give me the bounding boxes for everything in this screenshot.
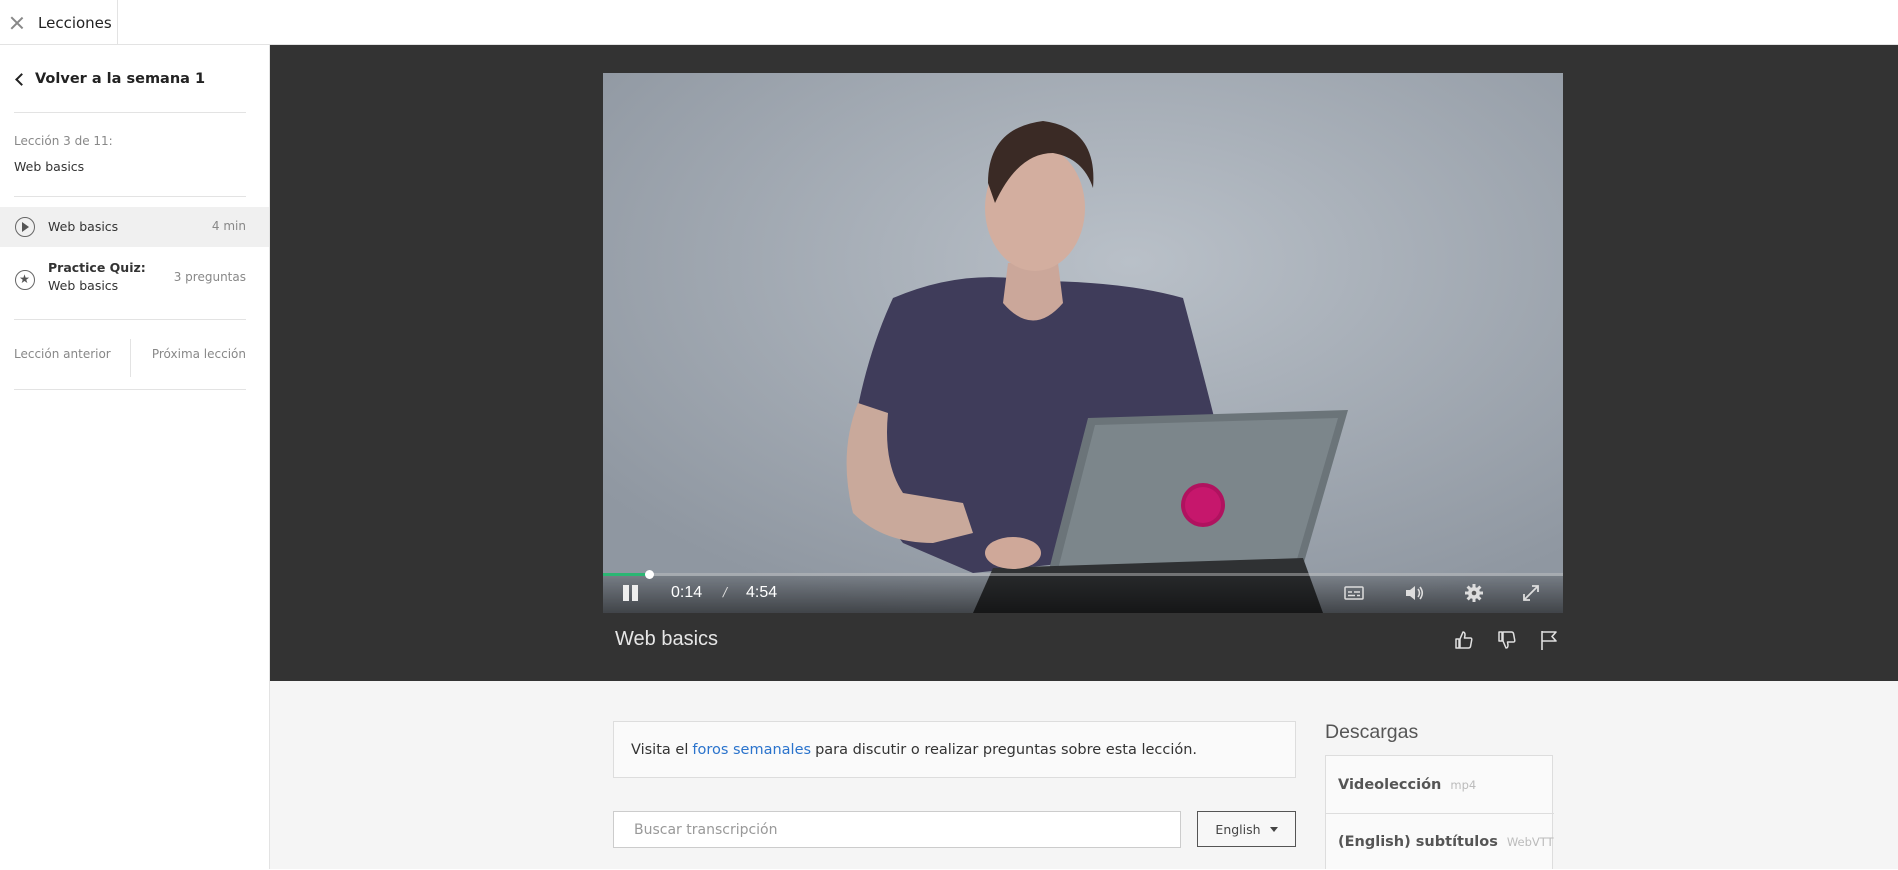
lesson-count: Lección 3 de 11: (14, 134, 113, 148)
progress-handle[interactable] (645, 570, 655, 579)
download-label: Videolección (1338, 776, 1442, 793)
chevron-left-icon (15, 72, 28, 86)
chevron-down-icon (1269, 826, 1278, 832)
fullscreen-icon[interactable] (1520, 582, 1542, 604)
top-bar: Lecciones (0, 0, 1898, 45)
transcript-search-input[interactable] (613, 811, 1181, 848)
download-subtitles-link[interactable]: (English) subtítulos WebVTT (1326, 813, 1554, 870)
forum-notice: Visita el foros semanales para discutir … (613, 721, 1296, 778)
previous-lesson-link[interactable]: Lección anterior (14, 347, 111, 361)
divider (14, 112, 246, 113)
thumbs-down-icon[interactable] (1495, 628, 1519, 652)
language-select-value: English (1215, 821, 1261, 837)
sidebar-item-video[interactable]: Web basics 4 min (0, 207, 269, 247)
divider (14, 389, 246, 390)
video-frame (603, 73, 1563, 613)
thumbs-up-icon[interactable] (1452, 628, 1476, 652)
video-title: Web basics (615, 628, 719, 650)
forum-suffix: para discutir o realizar preguntas sobre… (815, 741, 1198, 758)
lessons-tab-label: Lecciones (38, 13, 112, 32)
back-to-week-link[interactable]: Volver a la semana 1 (14, 71, 205, 87)
next-lesson-link[interactable]: Próxima lección (152, 347, 246, 361)
quiz-title: Practice Quiz: (48, 260, 146, 275)
settings-gear-icon[interactable] (1463, 582, 1485, 604)
download-label: (English) subtítulos (1338, 834, 1498, 850)
language-select[interactable]: English (1197, 811, 1296, 847)
downloads-list: Videolección mp4 (English) subtítulos We… (1325, 755, 1554, 870)
pause-icon[interactable] (623, 585, 639, 601)
star-circle-icon: ★ (15, 270, 35, 290)
video-player[interactable]: 0:14 / 4:54 (603, 73, 1563, 613)
sidebar-item-label: Web basics (48, 219, 119, 234)
sidebar-item-quiz[interactable]: ★ Practice Quiz: Web basics 3 preguntas (0, 255, 269, 305)
duration: 4:54 (746, 584, 778, 601)
close-icon[interactable] (10, 16, 24, 30)
divider (14, 319, 246, 320)
sidebar: Volver a la semana 1 Lección 3 de 11: We… (0, 45, 270, 869)
current-time: 0:14 (671, 584, 703, 601)
player-controls: 0:14 / 4:54 (603, 570, 1563, 613)
download-format: mp4 (1450, 777, 1477, 792)
subtitles-icon[interactable] (1343, 582, 1365, 604)
play-circle-icon (15, 217, 35, 237)
lesson-nav: Lección anterior Próxima lección (0, 339, 269, 377)
lesson-name: Web basics (14, 159, 85, 174)
volume-icon[interactable] (1403, 582, 1425, 604)
back-to-week-label: Volver a la semana 1 (35, 71, 206, 87)
player-area: 0:14 / 4:54 Web basics (270, 45, 1898, 681)
flag-icon[interactable] (1537, 628, 1561, 652)
progress-bar[interactable] (603, 570, 1563, 579)
progress-fill (603, 573, 650, 576)
sidebar-item-label: Web basics (48, 278, 119, 293)
lessons-tab[interactable]: Lecciones (0, 0, 118, 45)
download-format: WebVTT (1506, 835, 1554, 849)
forum-link[interactable]: foros semanales (692, 742, 811, 758)
time-separator: / (723, 585, 728, 599)
downloads-title: Descargas (1325, 721, 1419, 743)
lesson-content: Visita el foros semanales para discutir … (270, 681, 1898, 869)
quiz-question-count: 3 preguntas (173, 270, 246, 284)
forum-prefix: Visita el (631, 741, 689, 758)
divider (130, 339, 131, 377)
divider (14, 196, 246, 197)
download-video-link[interactable]: Videolección mp4 (1326, 756, 1554, 813)
sidebar-item-duration: 4 min (211, 219, 246, 233)
